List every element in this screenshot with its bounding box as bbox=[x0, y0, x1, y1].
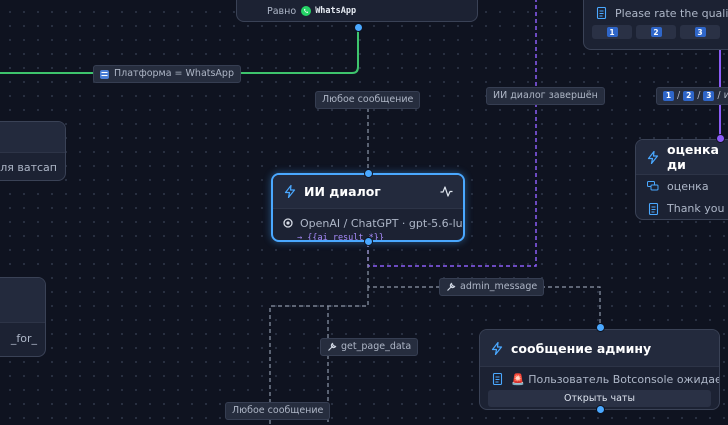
rating-option-1: 1 bbox=[663, 91, 674, 101]
score-dialog-row1: оценка bbox=[667, 180, 709, 193]
chat-icon bbox=[646, 180, 660, 194]
ai-dialog-model: OpenAI / ChatGPT · gpt-5.6-luna bbox=[300, 216, 463, 230]
condition-value: WhatsApp bbox=[315, 6, 357, 16]
document-icon bbox=[490, 372, 504, 386]
admin-message-text: 🚨 Пользователь Botconsole ожидает ... bbox=[511, 372, 719, 386]
rating-sep-1: / bbox=[677, 90, 681, 101]
lightning-icon bbox=[646, 150, 660, 164]
rating-option-3: 3 bbox=[703, 91, 715, 101]
connector-score-in[interactable] bbox=[716, 134, 725, 143]
rating-option-more: и bbox=[723, 90, 728, 101]
edge-label-any-message-2[interactable]: Любое сообщение bbox=[225, 402, 331, 420]
edge-label-get-page-data-text: get_page_data bbox=[341, 341, 412, 352]
left-node-whatsapp[interactable]: для ватсап bbox=[0, 121, 66, 181]
rating-question-node[interactable]: Please rate the quality of 1 2 3 bbox=[583, 0, 728, 50]
edge-label-platform-text: Платформа = WhatsApp bbox=[114, 68, 234, 79]
rating-sep-3: / bbox=[717, 90, 721, 101]
rating-option-2: 2 bbox=[683, 91, 695, 101]
condition-prefix: Равно bbox=[267, 5, 297, 17]
edge-label-admin-message-text: admin_message bbox=[460, 281, 538, 292]
flow-canvas[interactable]: Равно WhatsApp Please rate the quality o… bbox=[0, 0, 728, 425]
activity-icon[interactable] bbox=[439, 185, 453, 199]
open-chats-label: Открыть чаты bbox=[564, 393, 635, 404]
rating-sep-2: / bbox=[697, 90, 701, 101]
admin-message-title: сообщение админу bbox=[511, 340, 652, 356]
connector-ai-in[interactable] bbox=[364, 169, 373, 178]
connector-admin-in[interactable] bbox=[596, 323, 605, 332]
edge-label-ai-finished[interactable]: ИИ диалог завершён bbox=[486, 87, 605, 105]
connector-ai-out[interactable] bbox=[364, 237, 373, 246]
whatsapp-icon bbox=[301, 6, 312, 16]
rating-button-1-label: 1 bbox=[606, 27, 618, 37]
edge-label-rating[interactable]: 1 / 2 / 3 / и bbox=[656, 87, 728, 105]
edge-label-any-message-2-text: Любое сообщение bbox=[232, 405, 324, 416]
edge-label-get-page-data[interactable]: get_page_data bbox=[320, 338, 419, 356]
edge-label-any-message-1-text: Любое сообщение bbox=[322, 94, 414, 105]
rating-button-1[interactable]: 1 bbox=[592, 25, 632, 39]
edge-label-admin-message[interactable]: admin_message bbox=[439, 278, 545, 296]
score-dialog-title: оценка ди bbox=[667, 142, 719, 172]
lightning-icon bbox=[490, 341, 504, 355]
condition-icon bbox=[100, 69, 109, 79]
left-node-for-text: _for_ bbox=[10, 331, 37, 345]
edge-label-ai-finished-text: ИИ диалог завершён bbox=[493, 90, 598, 101]
score-dialog-row2: Thank you for bbox=[667, 202, 728, 215]
edge-label-any-message-1[interactable]: Любое сообщение bbox=[315, 91, 421, 109]
tool-icon bbox=[446, 282, 456, 292]
left-node-whatsapp-text: для ватсап bbox=[0, 161, 57, 174]
connector-whatsapp-out[interactable] bbox=[354, 23, 363, 32]
openai-icon bbox=[283, 218, 293, 228]
rating-question-text: Please rate the quality of bbox=[615, 6, 728, 20]
rating-button-2[interactable]: 2 bbox=[636, 25, 676, 39]
left-node-for[interactable]: _for_ bbox=[0, 277, 46, 357]
rating-button-3[interactable]: 3 bbox=[680, 25, 720, 39]
tool-icon bbox=[327, 342, 337, 352]
score-dialog-node[interactable]: оценка ди оценка Thank you for bbox=[635, 139, 728, 220]
document-icon bbox=[594, 6, 608, 20]
ai-dialog-node[interactable]: ИИ диалог OpenAI / ChatGPT · gpt-5.6-lun… bbox=[271, 173, 465, 242]
admin-message-node[interactable]: сообщение админу 🚨 Пользователь Botconso… bbox=[479, 329, 720, 410]
rating-button-3-label: 3 bbox=[694, 27, 706, 37]
document-icon bbox=[646, 202, 660, 216]
connector-admin-out[interactable] bbox=[596, 405, 605, 414]
ai-dialog-title: ИИ диалог bbox=[304, 184, 381, 199]
edge-label-platform[interactable]: Платформа = WhatsApp bbox=[93, 65, 241, 83]
rating-button-2-label: 2 bbox=[650, 27, 662, 37]
lightning-icon bbox=[283, 185, 297, 199]
condition-node-whatsapp[interactable]: Равно WhatsApp bbox=[236, 0, 478, 22]
